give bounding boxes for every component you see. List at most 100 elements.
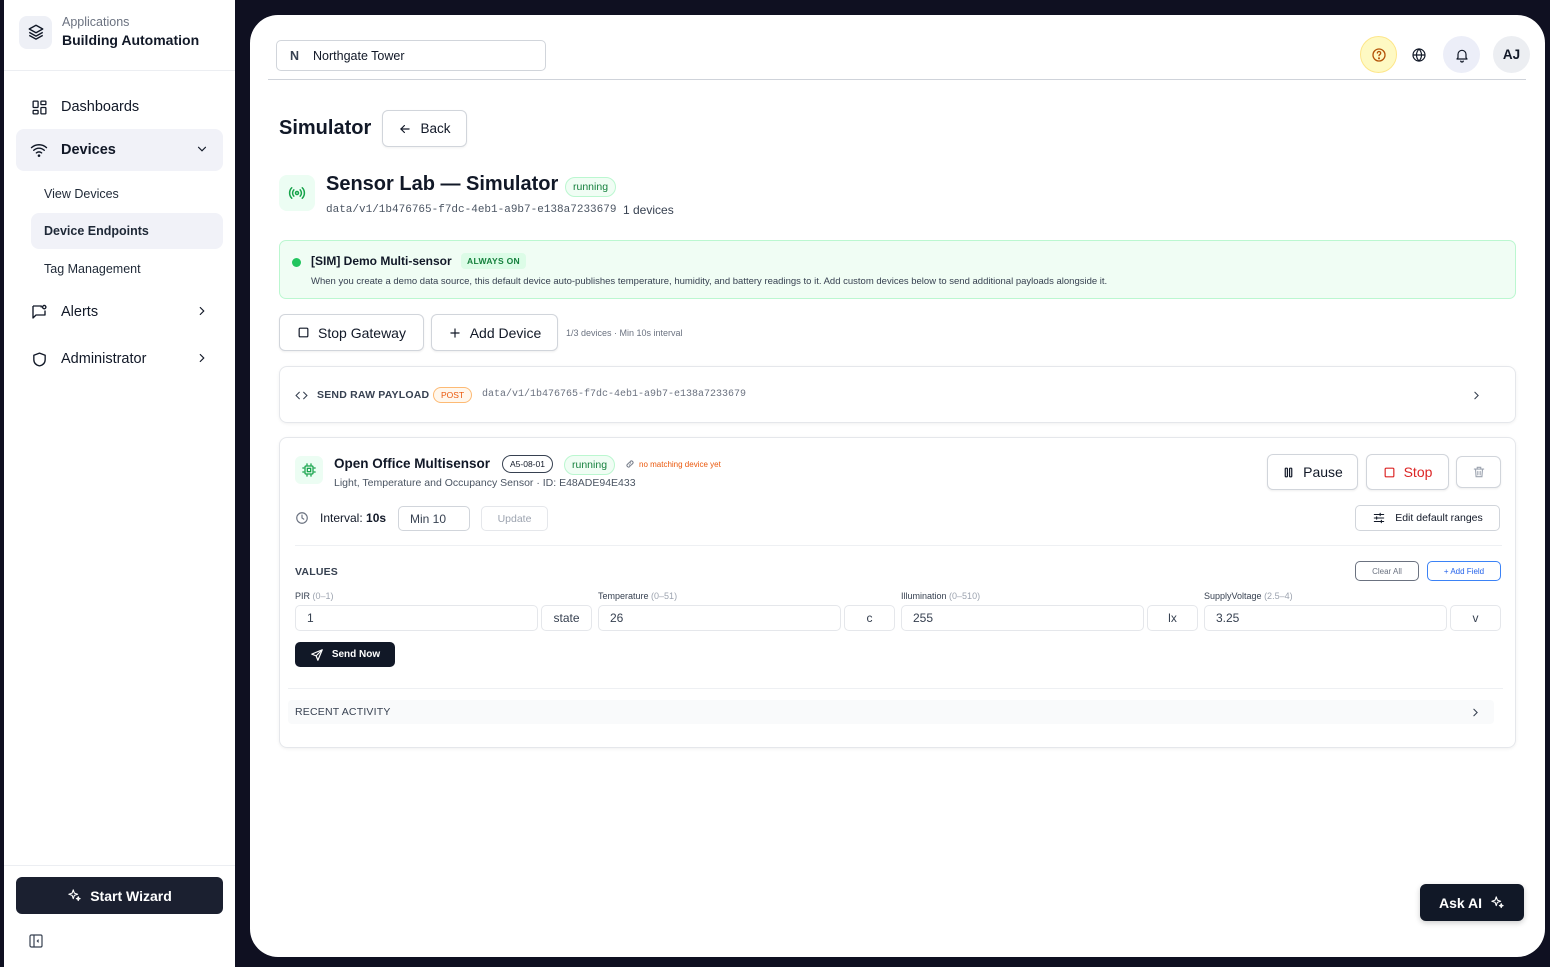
device-divider: [295, 545, 1502, 546]
field-value-pir[interactable]: 1: [295, 605, 538, 631]
clear-all-button[interactable]: Clear All: [1355, 561, 1419, 581]
raw-payload-path: data/v1/1b476765-f7dc-4eb1-a9b7-e138a723…: [482, 389, 747, 400]
field-unit-pir[interactable]: state: [541, 605, 592, 631]
sidebar-item-administrator[interactable]: Administrator: [16, 338, 223, 380]
interval-input[interactable]: Min 10: [398, 506, 470, 531]
user-avatar[interactable]: AJ: [1493, 36, 1530, 73]
values-section-label: VALUES: [295, 566, 339, 578]
device-name: Open Office Multisensor: [334, 456, 491, 471]
sidebar-item-devices[interactable]: Devices: [16, 129, 223, 171]
field-value-illumination[interactable]: 255: [901, 605, 1144, 631]
chevron-right-icon: [1470, 389, 1483, 402]
chevron-down-icon: [195, 142, 209, 156]
edit-ranges-label: Edit default ranges: [1395, 512, 1483, 524]
help-circle-icon: [1371, 47, 1387, 63]
stop-gateway-button[interactable]: Stop Gateway: [279, 314, 424, 351]
stop-gateway-label: Stop Gateway: [318, 324, 406, 341]
simulated-device-card: Open Office Multisensor A5-08-01 running…: [279, 437, 1516, 748]
sidebar-subitem-device-endpoints[interactable]: Device Endpoints: [31, 213, 223, 249]
field-unit-illumination[interactable]: lx: [1147, 605, 1198, 631]
sidebar-divider: [4, 865, 235, 866]
raw-payload-label: SEND RAW PAYLOAD: [317, 389, 430, 401]
back-label: Back: [420, 121, 451, 136]
brand-category: Applications: [62, 15, 130, 29]
field-label-supplyvoltage: SupplyVoltage (2.5–4): [1204, 591, 1293, 601]
demo-device-description: When you create a demo data source, this…: [311, 276, 1108, 287]
device-divider: [288, 688, 1503, 689]
wifi-icon: [30, 141, 48, 159]
data-source-title: Sensor Lab — Simulator: [326, 173, 559, 195]
field-unit-temperature[interactable]: c: [844, 605, 895, 631]
no-match-warning: no matching device yet: [625, 459, 721, 469]
broadcast-icon: [279, 175, 315, 211]
chevron-right-icon: [195, 304, 209, 318]
http-method-badge: POST: [433, 387, 473, 403]
add-device-label: Add Device: [469, 324, 542, 341]
clock-icon: [295, 511, 309, 525]
sidebar-item-label: Alerts: [61, 304, 99, 320]
recent-activity-label: RECENT ACTIVITY: [295, 706, 391, 718]
update-interval-button[interactable]: Update: [481, 506, 548, 531]
source-topic-path: data/v1/1b476765-f7dc-4eb1-a9b7-e138a723…: [326, 204, 617, 216]
add-device-button[interactable]: Add Device: [431, 314, 558, 351]
stop-device-button[interactable]: Stop: [1366, 454, 1449, 490]
collapse-sidebar-icon[interactable]: [28, 933, 44, 949]
recent-activity-toggle[interactable]: RECENT ACTIVITY: [288, 700, 1494, 724]
field-value-supplyvoltage[interactable]: 3.25: [1204, 605, 1447, 631]
field-label-temperature: Temperature (0–51): [598, 591, 678, 601]
page-title: Simulator: [279, 117, 372, 139]
field-unit-supplyvoltage[interactable]: v: [1450, 605, 1501, 631]
shield-icon: [30, 350, 48, 368]
interval-label: Interval: 10s: [320, 511, 387, 525]
bell-icon: [1454, 47, 1470, 63]
ask-ai-button[interactable]: Ask AI: [1420, 884, 1524, 921]
device-eep-badge: A5-08-01: [502, 455, 553, 473]
sidebar-subitem-view-devices[interactable]: View Devices: [31, 176, 223, 212]
start-wizard-label: Start Wizard: [90, 887, 172, 904]
online-status-dot: [292, 258, 301, 267]
alert-message-icon: [30, 303, 48, 321]
pause-button[interactable]: Pause: [1267, 454, 1358, 490]
square-icon: [1383, 466, 1396, 479]
delete-device-button[interactable]: [1456, 456, 1501, 488]
trash-icon: [1472, 465, 1486, 479]
sidebar-subitem-tag-management[interactable]: Tag Management: [31, 251, 223, 287]
sidebar-item-label: Devices: [61, 142, 116, 158]
main-panel: N Northgate Tower AJ Simulator Back Sens…: [250, 15, 1545, 957]
arrow-left-icon: [398, 122, 412, 136]
send-now-button[interactable]: Send Now: [295, 642, 395, 667]
site-selector[interactable]: N Northgate Tower: [276, 40, 546, 71]
chevron-right-icon: [195, 351, 209, 365]
sidebar-item-alerts[interactable]: Alerts: [16, 291, 223, 333]
app-switcher[interactable]: Applications Building Automation: [19, 14, 199, 50]
stop-label: Stop: [1403, 464, 1433, 480]
always-on-badge: ALWAYS ON: [461, 253, 526, 269]
language-button[interactable]: [1400, 36, 1437, 73]
back-button[interactable]: Back: [382, 110, 467, 147]
send-icon: [310, 648, 324, 662]
globe-icon: [1411, 47, 1427, 63]
device-status-badge: running: [564, 455, 616, 475]
notifications-button[interactable]: [1443, 36, 1480, 73]
send-raw-payload-panel[interactable]: SEND RAW PAYLOAD POST data/v1/1b476765-f…: [279, 366, 1516, 423]
chip-icon: [295, 456, 323, 484]
site-name: Northgate Tower: [313, 48, 405, 63]
brand-name: Building Automation: [62, 32, 200, 48]
demo-device-name: [SIM] Demo Multi-sensor: [311, 254, 452, 268]
help-button[interactable]: [1360, 36, 1397, 73]
start-wizard-button[interactable]: Start Wizard: [16, 877, 223, 914]
field-label-illumination: Illumination (0–510): [901, 591, 981, 601]
device-limit-hint: 1/3 devices · Min 10s interval: [566, 328, 683, 338]
field-value-temperature[interactable]: 26: [598, 605, 841, 631]
sidebar-item-dashboards[interactable]: Dashboards: [16, 86, 223, 128]
add-field-button[interactable]: + Add Field: [1427, 561, 1501, 581]
layers-icon: [19, 15, 52, 49]
sidebar: Applications Building Automation Dashboa…: [4, 0, 235, 967]
plus-icon: [448, 326, 462, 340]
field-label-pir: PIR (0–1): [295, 591, 334, 601]
demo-device-banner: [SIM] Demo Multi-sensor ALWAYS ON When y…: [279, 240, 1516, 299]
interval-value: 10s: [366, 511, 387, 525]
device-subtitle: Light, Temperature and Occupancy Sensor …: [334, 477, 636, 489]
edit-default-ranges-button[interactable]: Edit default ranges: [1355, 505, 1500, 531]
pause-icon: [1282, 466, 1295, 479]
